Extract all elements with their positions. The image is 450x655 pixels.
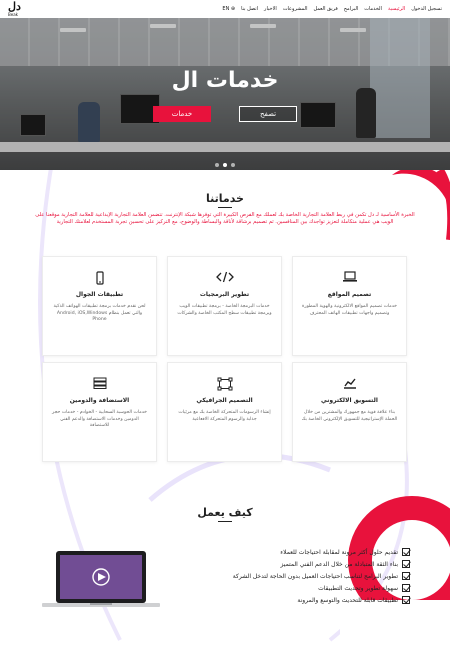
- nav-news[interactable]: الاخبار: [264, 6, 277, 12]
- service-card-marketing[interactable]: التسويق الالكتروني بناء علاقة قوية مع جم…: [292, 362, 407, 462]
- chart-icon: [301, 377, 398, 393]
- list-item-text: بناء الثقة المتبادلة من خلال الدعم الفني…: [280, 560, 398, 568]
- code-icon: [176, 271, 273, 287]
- check-icon: [402, 584, 410, 592]
- nav-projects[interactable]: المشروعات: [283, 6, 308, 12]
- service-card-software[interactable]: تطوير البرمجيات خدمات البرمجة الخاصة - ب…: [167, 256, 282, 356]
- nav-services[interactable]: الخدمات: [364, 6, 382, 12]
- service-card-desc: لحن نقدم خدمات برمجة تطبيقات الهواتف الذ…: [53, 304, 146, 322]
- how-it-works-title: كيف يعمل: [197, 506, 253, 519]
- list-item: سهولة تطوير وتحديث التطبيقات: [200, 582, 410, 594]
- top-navbar: دل Beak تسجيل الدخول الرئيسية الخدمات ال…: [0, 0, 450, 18]
- service-card-mobile[interactable]: تطبيقات الجوال لحن نقدم خدمات برمجة تطبي…: [42, 256, 157, 356]
- laptop-icon: [301, 271, 398, 287]
- check-icon: [402, 596, 410, 604]
- list-item: بناء الثقة المتبادلة من خلال الدعم الفني…: [200, 558, 410, 570]
- globe-icon: ⊕: [229, 6, 236, 12]
- service-card-title: تصميم المواقع: [327, 291, 372, 298]
- mobile-icon: [51, 271, 148, 287]
- check-icon: [402, 548, 410, 556]
- service-card-title: التصميم الجرافيكي: [196, 397, 253, 404]
- logo-mark: دل: [8, 0, 21, 13]
- services-intro: الخبرة الأساسية لـ دل تكمن في ربط العلام…: [35, 212, 415, 225]
- hero-title: خدمات ال: [171, 68, 279, 93]
- service-card-title: التسويق الالكتروني: [321, 397, 378, 404]
- nav-contact[interactable]: اتصل بنا: [241, 6, 258, 12]
- list-item-text: تطبيقات قابلة للتحديث والتوسع والمرونة: [297, 596, 398, 604]
- service-card-web-design[interactable]: تصميم المواقع خدمات تصميم المواقع الالكت…: [292, 256, 407, 356]
- list-item: تطوير البرامج لتناسب احتياجات العميل بدو…: [200, 570, 410, 582]
- services-button[interactable]: خدمات: [153, 106, 211, 122]
- carousel-dot[interactable]: [215, 163, 219, 167]
- logo-wordmark: Beak: [8, 11, 18, 17]
- main-nav: تسجيل الدخول الرئيسية الخدمات البرامج فر…: [222, 6, 442, 12]
- services-title: خدماتنا: [206, 192, 244, 205]
- carousel-dot[interactable]: [231, 163, 235, 167]
- server-icon: [51, 377, 148, 393]
- service-card-title: تطبيقات الجوال: [75, 291, 124, 298]
- service-card-desc: بناء علاقة قوية مع جمهورك والمشترين من خ…: [301, 410, 398, 422]
- hero-banner: خدمات ال خدمات تصفح: [0, 18, 450, 170]
- check-icon: [402, 560, 410, 568]
- service-card-desc: خدمات تصميم المواقع الالكترونية والهوية …: [301, 304, 398, 316]
- list-item: تقديم حلول أكثر مرونة لمقابلة احتياجات ل…: [200, 546, 410, 558]
- services-title-underline: [218, 207, 232, 208]
- site-logo[interactable]: دل Beak: [8, 0, 34, 17]
- nav-team[interactable]: فريق العمل: [313, 6, 337, 12]
- list-item: تطبيقات قابلة للتحديث والتوسع والمرونة: [200, 594, 410, 606]
- service-card-title: الاستضافة والدومين: [69, 397, 130, 404]
- how-it-works-list: تقديم حلول أكثر مرونة لمقابلة احتياجات ل…: [200, 546, 410, 606]
- service-card-desc: إنشاء الرسومات المتحركة الخاصة بك مع مرئ…: [178, 410, 271, 422]
- service-card-hosting[interactable]: الاستضافة والدومين خدمات الحوسبة السحابي…: [42, 362, 157, 462]
- hero-overlay: [0, 18, 450, 170]
- carousel-dots: [0, 163, 450, 167]
- nav-home[interactable]: الرئيسية: [388, 6, 405, 12]
- service-card-title: تطوير البرمجيات: [199, 291, 250, 298]
- vector-icon: [176, 377, 273, 393]
- list-item-text: تقديم حلول أكثر مرونة لمقابلة احتياجات ل…: [280, 548, 398, 556]
- nav-language-switch[interactable]: ⊕ EN: [222, 6, 235, 12]
- hero-actions: خدمات تصفح: [0, 106, 450, 122]
- service-card-desc: خدمات البرمجة الخاصة - برمجة تطبيقات الو…: [177, 304, 272, 316]
- list-item-text: سهولة تطوير وتحديث التطبيقات: [318, 584, 398, 592]
- browse-button[interactable]: تصفح: [239, 106, 297, 122]
- nav-programs[interactable]: البرامج: [344, 6, 358, 12]
- service-card-desc: خدمات الحوسبة السحابية - الخوادم - خدمات…: [52, 410, 147, 428]
- nav-login[interactable]: تسجيل الدخول: [411, 6, 442, 12]
- service-card-graphic-design[interactable]: التصميم الجرافيكي إنشاء الرسومات المتحرك…: [167, 362, 282, 462]
- laptop-video-illustration: [42, 551, 160, 607]
- check-icon: [402, 572, 410, 580]
- list-item-text: تطوير البرامج لتناسب احتياجات العميل بدو…: [232, 572, 398, 580]
- how-title-underline: [218, 521, 232, 522]
- carousel-dot-active[interactable]: [223, 163, 227, 167]
